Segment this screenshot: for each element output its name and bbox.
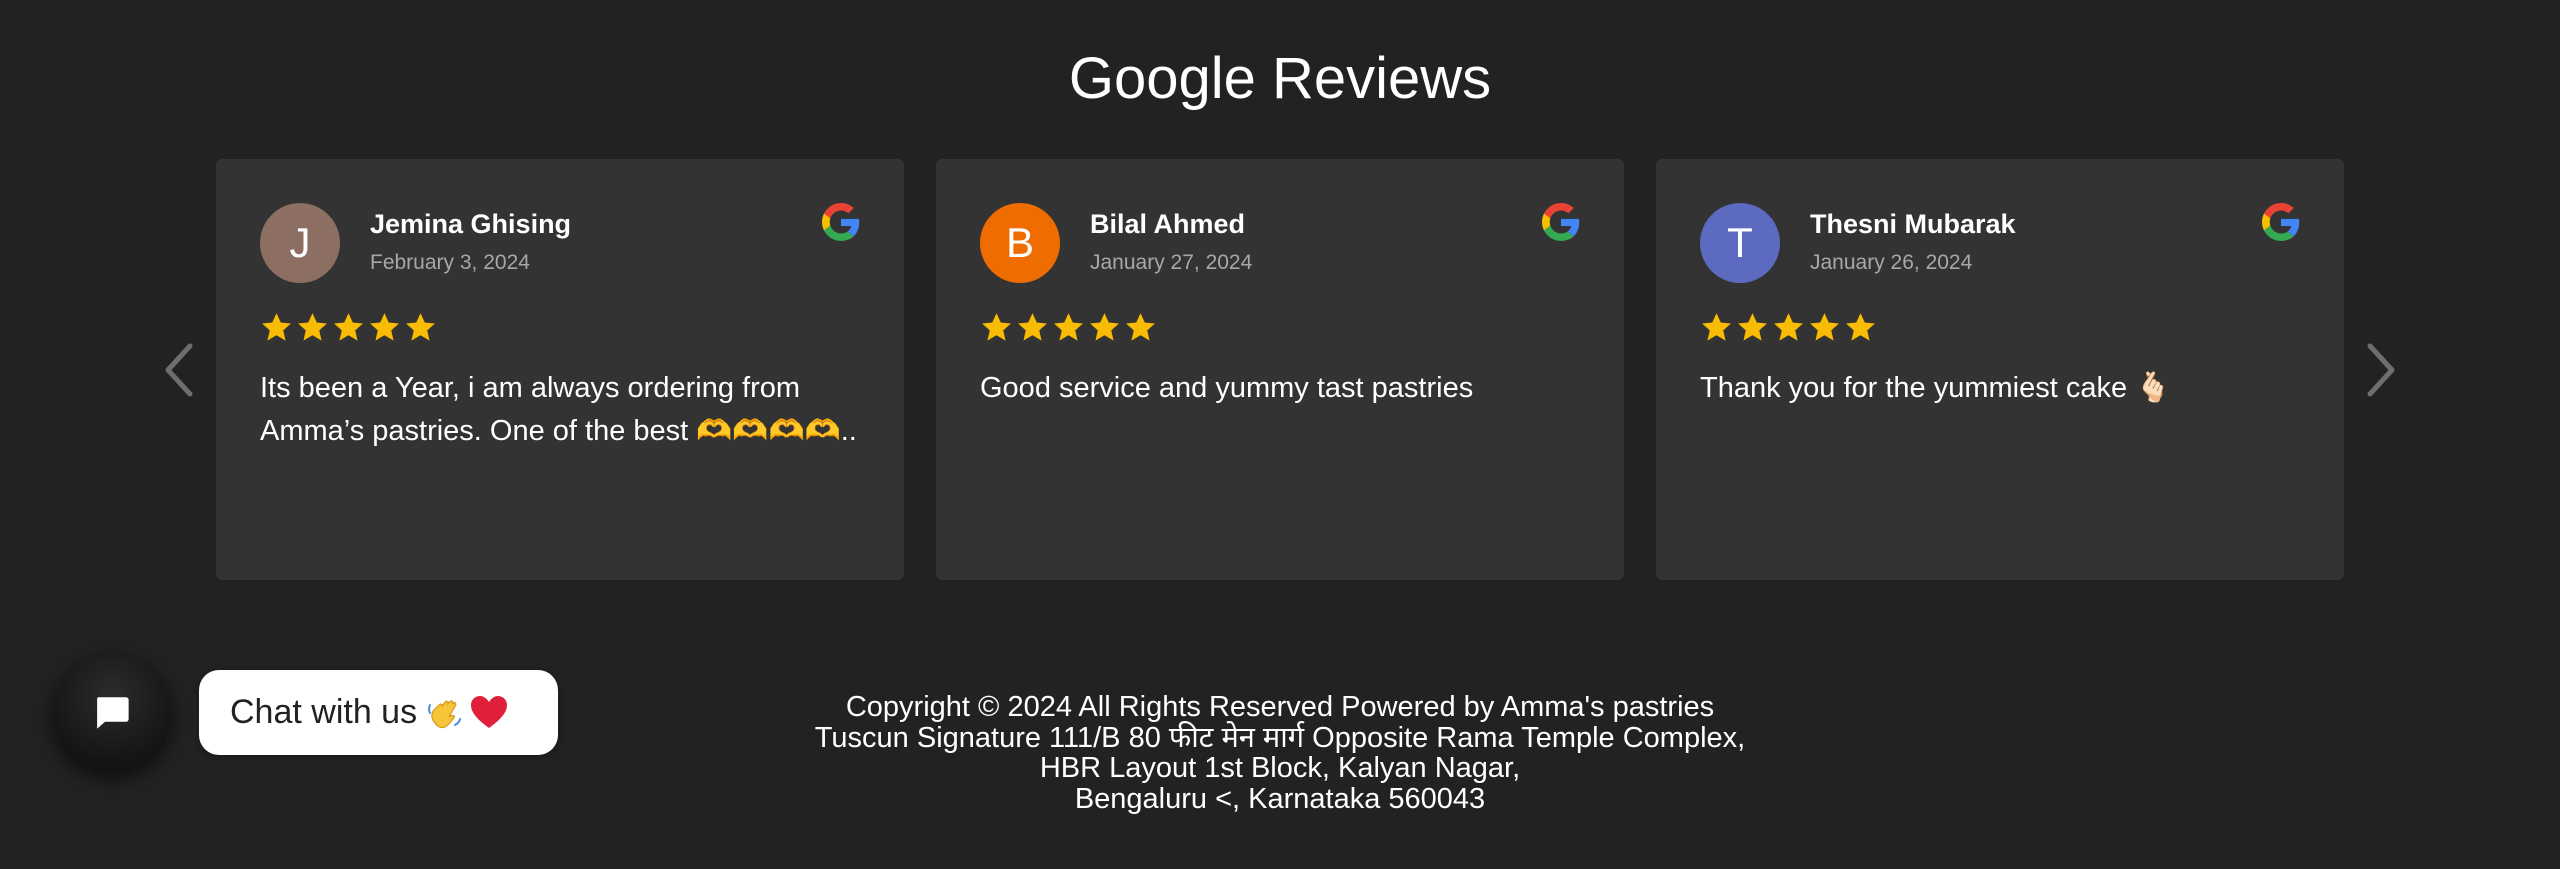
- carousel-next-button[interactable]: [2360, 340, 2400, 400]
- copyright-text: Copyright © 2024 All Rights Reserved Pow…: [845, 691, 1715, 723]
- google-icon: [1542, 203, 1580, 241]
- page: Google Reviews J Jemina Ghising February…: [0, 0, 2560, 869]
- address-line: Bengaluru <, Karnataka 560043: [1074, 782, 1486, 815]
- review-text: Thank you for the yummiest cake 🫰🏻: [1700, 367, 2300, 410]
- review-text-line: Its been a Year, i am always ordering fr…: [260, 372, 801, 404]
- reviewer-name: Thesni Mubarak: [1810, 209, 2016, 239]
- star-icon: [298, 313, 327, 341]
- star-icon: [1090, 313, 1119, 341]
- chevron-left-icon: [165, 343, 193, 397]
- star-icon: [1738, 313, 1767, 341]
- star-icon: [1702, 313, 1731, 341]
- address-line: Tuscun Signature 111/B 80 फीट मेन मार्ग …: [814, 721, 1746, 754]
- review-text-line: Thank you for the yummiest cake 🫰🏻: [1700, 372, 2172, 404]
- star-icon: [1126, 313, 1155, 341]
- reviewer-name: Bilal Ahmed: [1090, 209, 1246, 239]
- review-card: J Jemina Ghising February 3, 2024 Its be…: [216, 159, 904, 580]
- star-icon: [1774, 313, 1803, 341]
- avatar: B: [980, 203, 1060, 283]
- review-text-line: Good service and yummy tast pastries: [980, 372, 1474, 404]
- reviewer-name: Jemina Ghising: [370, 209, 572, 239]
- star-icon: [1018, 313, 1047, 341]
- review-card: B Bilal Ahmed January 27, 2024 Good serv…: [936, 159, 1624, 580]
- footer: Copyright © 2024 All Rights Reserved Pow…: [0, 692, 2560, 814]
- star-icon: [1054, 313, 1083, 341]
- star-icon: [370, 313, 399, 341]
- star-icon: [982, 313, 1011, 341]
- star-icon: [1810, 313, 1839, 341]
- review-text: Its been a Year, i am always ordering fr…: [260, 367, 860, 453]
- review-date: January 27, 2024: [1090, 251, 1253, 274]
- avatar: T: [1700, 203, 1780, 283]
- star-icon: [262, 313, 291, 341]
- review-text-line: Amma’s pastries. One of the best 🫶🫶🫶🫶..: [260, 415, 857, 447]
- review-text: Good service and yummy tast pastries: [980, 367, 1580, 410]
- carousel-prev-button[interactable]: [160, 340, 200, 400]
- star-rating: [980, 311, 1157, 344]
- google-icon: [2262, 203, 2300, 241]
- chevron-right-icon: [2367, 343, 2395, 397]
- section-title: Google Reviews: [1068, 46, 1492, 111]
- google-icon: [822, 203, 860, 241]
- star-rating: [260, 311, 437, 344]
- avatar: J: [260, 203, 340, 283]
- review-date: February 3, 2024: [370, 251, 530, 274]
- star-rating: [1700, 311, 1877, 344]
- review-date: January 26, 2024: [1810, 251, 1973, 274]
- star-icon: [1846, 313, 1875, 341]
- address-line: HBR Layout 1st Block, Kalyan Nagar,: [1039, 752, 1521, 784]
- review-card: T Thesni Mubarak January 26, 2024 Thank …: [1656, 159, 2344, 580]
- star-icon: [334, 313, 363, 341]
- star-icon: [406, 313, 435, 341]
